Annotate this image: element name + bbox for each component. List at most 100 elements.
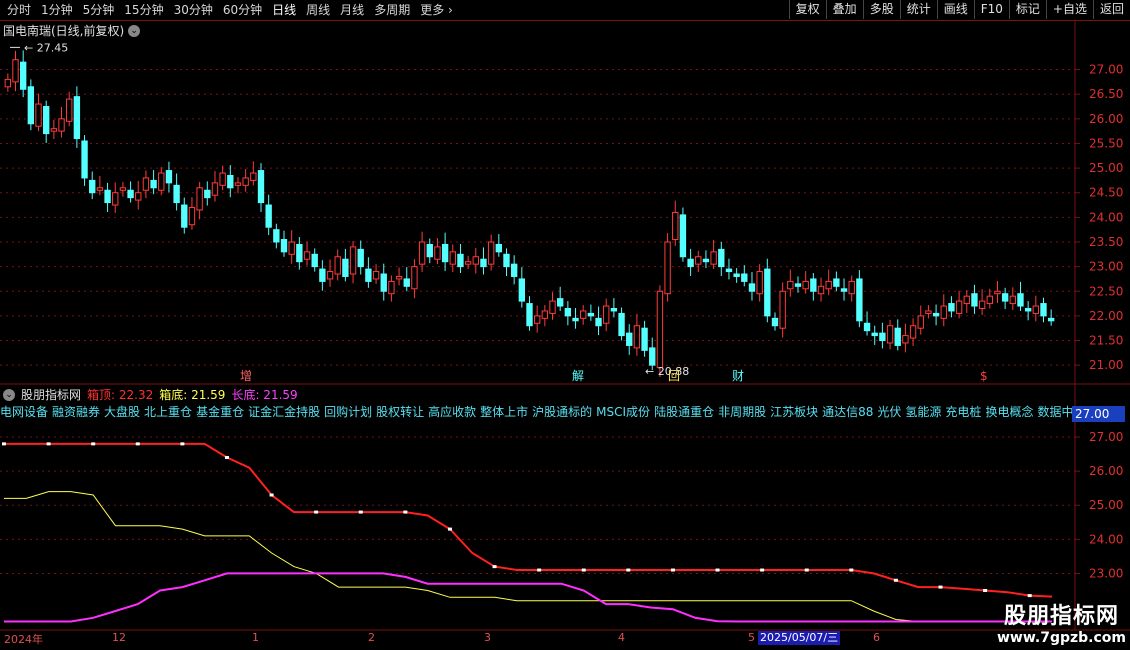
- tab-period[interactable]: 1分钟: [36, 2, 78, 18]
- candle-body: [158, 172, 165, 191]
- tab-period[interactable]: 周线: [301, 2, 335, 18]
- concept-tag[interactable]: 北上重仓: [144, 405, 192, 419]
- tab-period[interactable]: 月线: [335, 2, 369, 18]
- overlay-button[interactable]: 叠加: [825, 0, 863, 19]
- chevron-right-icon: ›: [448, 3, 453, 17]
- add-watchlist-button[interactable]: +自选: [1045, 0, 1093, 19]
- chevron-down-icon[interactable]: ⌄: [128, 24, 141, 37]
- chevron-down-icon[interactable]: ⌄: [3, 388, 15, 401]
- main-chart-title: 国电南瑞(日线,前复权) ⌄: [3, 22, 141, 39]
- box-top-point: [314, 510, 319, 514]
- candle-body: [372, 271, 380, 280]
- more-label: 更多: [420, 3, 445, 17]
- long-bottom-value: 长底: 21.59: [231, 388, 298, 402]
- concept-tag[interactable]: 回购计划: [324, 405, 372, 419]
- tab-period[interactable]: 60分钟: [218, 2, 267, 18]
- candle-body: [848, 280, 855, 295]
- event-marker[interactable]: 财: [732, 369, 744, 383]
- tab-period[interactable]: 30分钟: [169, 2, 218, 18]
- event-marker[interactable]: 增: [240, 369, 252, 383]
- y-tick-label: 25.00: [1089, 161, 1123, 175]
- concept-tag[interactable]: MSCI成份: [596, 405, 650, 419]
- candle-body: [257, 170, 265, 204]
- concept-tag[interactable]: 非周期股: [718, 405, 766, 419]
- candle-body: [150, 179, 157, 189]
- box-top-point: [2, 442, 6, 446]
- concept-tag[interactable]: 充电桩: [945, 405, 981, 419]
- indicator-header: ⌄ 股朋指标网 箱顶: 22.32 箱底: 21.59 长底: 21.59: [3, 386, 298, 403]
- tab-more[interactable]: 更多 ›: [415, 2, 458, 18]
- date-tick-label: 2: [368, 631, 375, 644]
- candle-body: [817, 285, 825, 295]
- concept-tag[interactable]: 换电概念: [985, 405, 1033, 419]
- concept-tag[interactable]: 高应收款: [428, 405, 476, 419]
- candle-body: [1032, 305, 1040, 314]
- f10-button[interactable]: F10: [973, 0, 1009, 19]
- candle-body: [856, 278, 863, 322]
- candle-body: [457, 253, 464, 268]
- concept-tag[interactable]: 数据中心: [1037, 405, 1075, 419]
- tab-period[interactable]: 15分钟: [119, 2, 168, 18]
- candle-body: [1047, 317, 1055, 322]
- candle-body: [395, 275, 403, 280]
- concept-tag[interactable]: 沪股通标的: [532, 405, 592, 419]
- statistics-button[interactable]: 统计: [899, 0, 937, 19]
- candle-body: [710, 251, 717, 265]
- concept-tag[interactable]: 江苏板块: [770, 405, 818, 419]
- candle-body: [127, 189, 134, 199]
- candle-body: [219, 172, 226, 186]
- candle-body: [334, 256, 341, 275]
- restore-rights-button[interactable]: 复权: [788, 0, 826, 19]
- event-marker[interactable]: $: [980, 369, 988, 383]
- back-button[interactable]: 返回: [1092, 0, 1130, 19]
- event-marker[interactable]: 解: [572, 369, 584, 383]
- tab-period[interactable]: 5分钟: [78, 2, 120, 18]
- concept-tag[interactable]: 通达信88: [822, 405, 873, 419]
- candle-body: [656, 290, 664, 369]
- concept-tag[interactable]: 融资融券: [52, 405, 100, 419]
- concept-tag[interactable]: 基金重仓: [196, 405, 244, 419]
- concept-tag[interactable]: 氢能源: [905, 405, 941, 419]
- candle-body: [580, 310, 587, 319]
- candle-body: [702, 258, 710, 263]
- y-tick-label: 23.00: [1089, 566, 1123, 580]
- concept-tag[interactable]: 陆股通重仓: [654, 405, 714, 419]
- chart-canvas[interactable]: 27.00 26.50 26.00 25.50 25.00 24.50 24.00 23.50…: [0, 20, 1130, 650]
- concept-tag[interactable]: 整体上市: [480, 405, 528, 419]
- candle-body: [464, 261, 472, 265]
- tab-period[interactable]: 多周期: [369, 2, 415, 18]
- candle-body: [741, 273, 748, 282]
- candle-body: [894, 327, 901, 346]
- event-marker[interactable]: 回: [668, 369, 680, 383]
- mark-button[interactable]: 标记: [1008, 0, 1046, 19]
- candle-body: [695, 256, 702, 265]
- candle-body: [649, 347, 656, 366]
- candle-body: [994, 290, 1001, 295]
- candle-body: [810, 278, 817, 292]
- concept-tag[interactable]: 大盘股: [104, 405, 140, 419]
- candle-body: [1001, 293, 1009, 302]
- concept-tag[interactable]: 光伏: [877, 405, 901, 419]
- tab-daily[interactable]: 日线: [267, 2, 301, 18]
- multi-stock-button[interactable]: 多股: [862, 0, 900, 19]
- candle-body: [572, 317, 579, 322]
- candle-body: [211, 182, 219, 196]
- concept-tag[interactable]: 证金汇金持股: [248, 405, 320, 419]
- y-tick-label: 23.50: [1089, 235, 1123, 249]
- box-top-point: [983, 588, 988, 592]
- box-top-point: [1027, 594, 1032, 598]
- candle-body: [971, 293, 978, 307]
- box-top-point: [760, 568, 765, 572]
- candle-body: [342, 258, 349, 277]
- draw-line-button[interactable]: 画线: [936, 0, 974, 19]
- candle-body: [43, 106, 50, 135]
- concept-tag[interactable]: 电网设备: [0, 405, 48, 419]
- tab-period[interactable]: 分时: [2, 2, 36, 18]
- concept-tag[interactable]: 股权转让: [376, 405, 424, 419]
- candle-body: [603, 305, 610, 324]
- candle-body: [833, 278, 840, 287]
- box-top-point: [893, 578, 898, 582]
- date-tick-label: 4: [618, 631, 625, 644]
- candle-body: [119, 187, 127, 191]
- candle-body: [418, 241, 426, 265]
